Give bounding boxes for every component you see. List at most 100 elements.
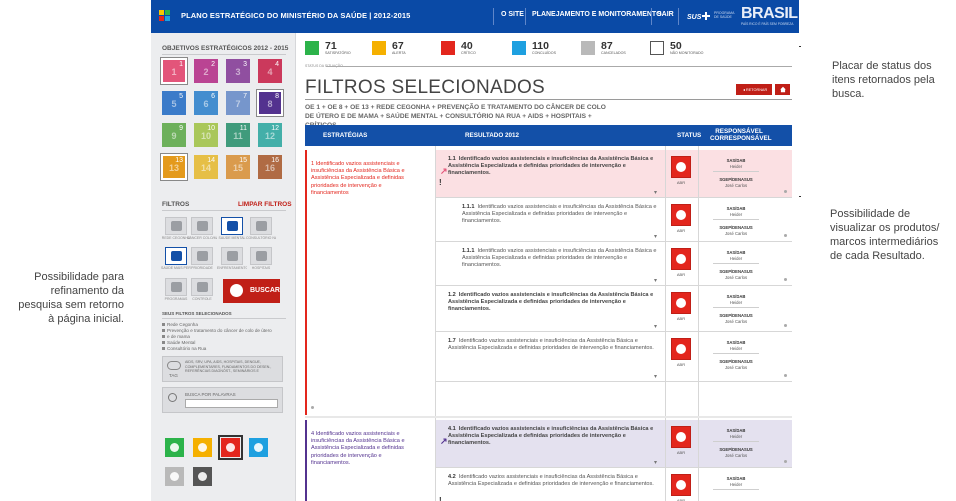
bullet-icon bbox=[162, 341, 165, 345]
bullet-icon bbox=[162, 329, 165, 333]
tile-watermark-number: 16 bbox=[264, 163, 275, 173]
corresponsavel-name: José Carlos bbox=[724, 365, 748, 370]
score-label: ALERTA bbox=[392, 51, 406, 55]
selected-filter-label: Consultório na Rua bbox=[167, 346, 207, 351]
objetivo-tile-11[interactable]: 11 11 bbox=[226, 123, 250, 147]
table-row[interactable]: ↗! 1.1 Identificado vazios assistenciais e… bbox=[436, 150, 792, 198]
responsavel-name: Heider bbox=[729, 212, 743, 217]
responsavel-name: Heider bbox=[729, 346, 743, 351]
score-label: CANCELADOS bbox=[601, 51, 626, 55]
filter-button[interactable] bbox=[165, 247, 187, 265]
result-text[interactable]: 4.1 Identificado vazios assistenciais e i… bbox=[448, 426, 658, 448]
filter-button[interactable] bbox=[165, 217, 187, 235]
objetivo-tile-6[interactable]: 66 bbox=[194, 91, 218, 115]
status-filter-button[interactable] bbox=[218, 435, 243, 460]
result-text[interactable]: 4.2 Identificado vazios assistenciais e i… bbox=[448, 474, 658, 488]
busca-input[interactable] bbox=[185, 399, 278, 408]
table-row[interactable]: 1.7 Identificado vazios assistenciais e i… bbox=[436, 332, 792, 382]
responsavel-name: Heider bbox=[729, 164, 743, 169]
objetivo-tile-3[interactable]: 33 bbox=[226, 59, 250, 83]
score-item[interactable]: 50 NÃO MONITORADO bbox=[650, 40, 716, 59]
filter-button[interactable] bbox=[250, 247, 272, 265]
corresponsavel-org: SGEP/DENASUS bbox=[719, 313, 753, 318]
filter-button[interactable] bbox=[165, 278, 187, 296]
filtros-title: FILTROS bbox=[162, 201, 190, 208]
divider bbox=[162, 210, 286, 211]
score-swatch bbox=[372, 41, 386, 55]
status-filter-button[interactable] bbox=[193, 467, 212, 486]
score-item[interactable]: 71 SATISFATÓRIO bbox=[305, 40, 371, 59]
bullet-icon bbox=[162, 335, 165, 339]
divider bbox=[162, 54, 286, 55]
tag-box[interactable]: TAG AIDS, SRV, UPA, AIDS, HOSPITAIS, DEN… bbox=[162, 356, 283, 382]
nav-planejamento[interactable]: PLANEJAMENTO E MONITORAMENTO bbox=[532, 11, 662, 18]
score-item[interactable]: 67 ALERTA bbox=[372, 40, 438, 59]
corresponsavel-name: José Carlos bbox=[724, 231, 748, 236]
filter-button[interactable] bbox=[191, 278, 213, 296]
objetivo-tile-15[interactable]: 15 15 bbox=[226, 155, 250, 179]
filter-button[interactable] bbox=[191, 247, 213, 265]
chevron-down-icon: ▾ bbox=[654, 234, 658, 240]
filter-icon bbox=[256, 251, 267, 261]
status-filter-button[interactable] bbox=[165, 438, 184, 457]
selected-filter-label: Rede Cegonha bbox=[167, 322, 198, 327]
annotation-line: Placar de status dos bbox=[832, 60, 932, 72]
filter-button[interactable] bbox=[221, 217, 243, 235]
status-filter-button[interactable] bbox=[165, 467, 184, 486]
result-body: Identificado vazios assistenciais e insu… bbox=[448, 426, 654, 447]
result-text[interactable]: 1.1.1 Identificado vazios assistenciais e… bbox=[462, 248, 658, 270]
table-row[interactable]: ↗ 4.1 Identificado vazios assistenciais e … bbox=[436, 420, 792, 468]
table-row[interactable]: 1.1.1 Identificado vazios assistenciais e… bbox=[436, 242, 792, 286]
retornar-button[interactable]: ◂ RETORNAR bbox=[736, 84, 772, 95]
responsavel-divider bbox=[713, 263, 759, 264]
result-text[interactable]: 1.7 Identificado vazios assistenciais e i… bbox=[448, 338, 658, 352]
responsavel-org: SAS/DAB bbox=[726, 476, 746, 481]
nav-o-site[interactable]: O SITE bbox=[501, 11, 524, 18]
objetivo-tile-9[interactable]: 99 bbox=[162, 123, 186, 147]
app-window: PLANO ESTRATÉGICO DO MINISTÉRIO DA SAÚDE… bbox=[151, 0, 799, 501]
objetivo-tile-5[interactable]: 55 bbox=[162, 91, 186, 115]
chevron-down-icon: ▾ bbox=[654, 374, 658, 380]
home-button[interactable] bbox=[775, 84, 790, 95]
result-text[interactable]: 1.1 Identificado vazios assistenciais e i… bbox=[448, 156, 658, 178]
table-row[interactable]: 1.2 Identificado vazios assistenciais e i… bbox=[436, 286, 792, 332]
nav-sair[interactable]: SAIR bbox=[657, 11, 674, 18]
filter-label: SAÚDE MENTAL bbox=[218, 236, 246, 240]
table-row[interactable]: ! 4.2 Identificado vazios assistenciais e … bbox=[436, 468, 792, 501]
objetivo-tile-12[interactable]: 12 12 bbox=[258, 123, 282, 147]
status-indicator bbox=[671, 292, 691, 314]
filter-button[interactable] bbox=[191, 217, 213, 235]
tile-watermark-number: 3 bbox=[235, 67, 241, 77]
objetivo-tile-16[interactable]: 16 16 bbox=[258, 155, 282, 179]
tile-watermark-number: 12 bbox=[264, 131, 275, 141]
score-item[interactable]: 40 CRÍTICO bbox=[441, 40, 507, 59]
responsavel-divider bbox=[713, 171, 759, 172]
score-item[interactable]: 110 CONCLUÍDOS bbox=[512, 40, 578, 59]
score-item[interactable]: 87 CANCELADOS bbox=[581, 40, 647, 59]
strategy-text[interactable]: 1 Identificado vazios assistenciais e in… bbox=[311, 161, 419, 197]
status-filter-button[interactable] bbox=[249, 438, 268, 457]
expand-dot-icon bbox=[784, 190, 787, 193]
objetivo-tile-1[interactable]: 11 bbox=[161, 58, 187, 84]
limpar-filtros-link[interactable]: LIMPAR FILTROS bbox=[238, 201, 292, 208]
strategy-text[interactable]: 4 Identificado vazios assistenciais e in… bbox=[311, 431, 419, 467]
filter-button[interactable] bbox=[221, 247, 243, 265]
objetivo-tile-14[interactable]: 14 14 bbox=[194, 155, 218, 179]
table-row[interactable]: 1.1.1 Identificado vazios assistenciais e… bbox=[436, 198, 792, 242]
corresponsavel-name: José Carlos bbox=[724, 319, 748, 324]
responsavel-name: Heider bbox=[729, 434, 743, 439]
filter-button[interactable] bbox=[250, 217, 272, 235]
objetivo-tile-10[interactable]: 10 10 bbox=[194, 123, 218, 147]
objetivo-tile-8[interactable]: 88 bbox=[257, 90, 283, 116]
objetivo-tile-2[interactable]: 22 bbox=[194, 59, 218, 83]
tag-cloud-text: AIDS, SRV, UPA, AIDS, HOSPITAIS, DENGUE,… bbox=[185, 360, 272, 374]
objetivo-tile-13[interactable]: 13 13 bbox=[161, 154, 187, 180]
sad-face-icon bbox=[676, 480, 686, 490]
status-filter-button[interactable] bbox=[193, 438, 212, 457]
result-text[interactable]: 1.1.1 Identificado vazios assistenciais e… bbox=[462, 204, 658, 226]
result-text[interactable]: 1.2 Identificado vazios assistenciais e i… bbox=[448, 292, 658, 314]
objetivo-tile-7[interactable]: 77 bbox=[226, 91, 250, 115]
buscar-button[interactable]: BUSCAR bbox=[223, 279, 280, 303]
objetivo-tile-4[interactable]: 44 bbox=[258, 59, 282, 83]
result-body: Identificado vazios assistenciais e insu… bbox=[462, 204, 657, 225]
